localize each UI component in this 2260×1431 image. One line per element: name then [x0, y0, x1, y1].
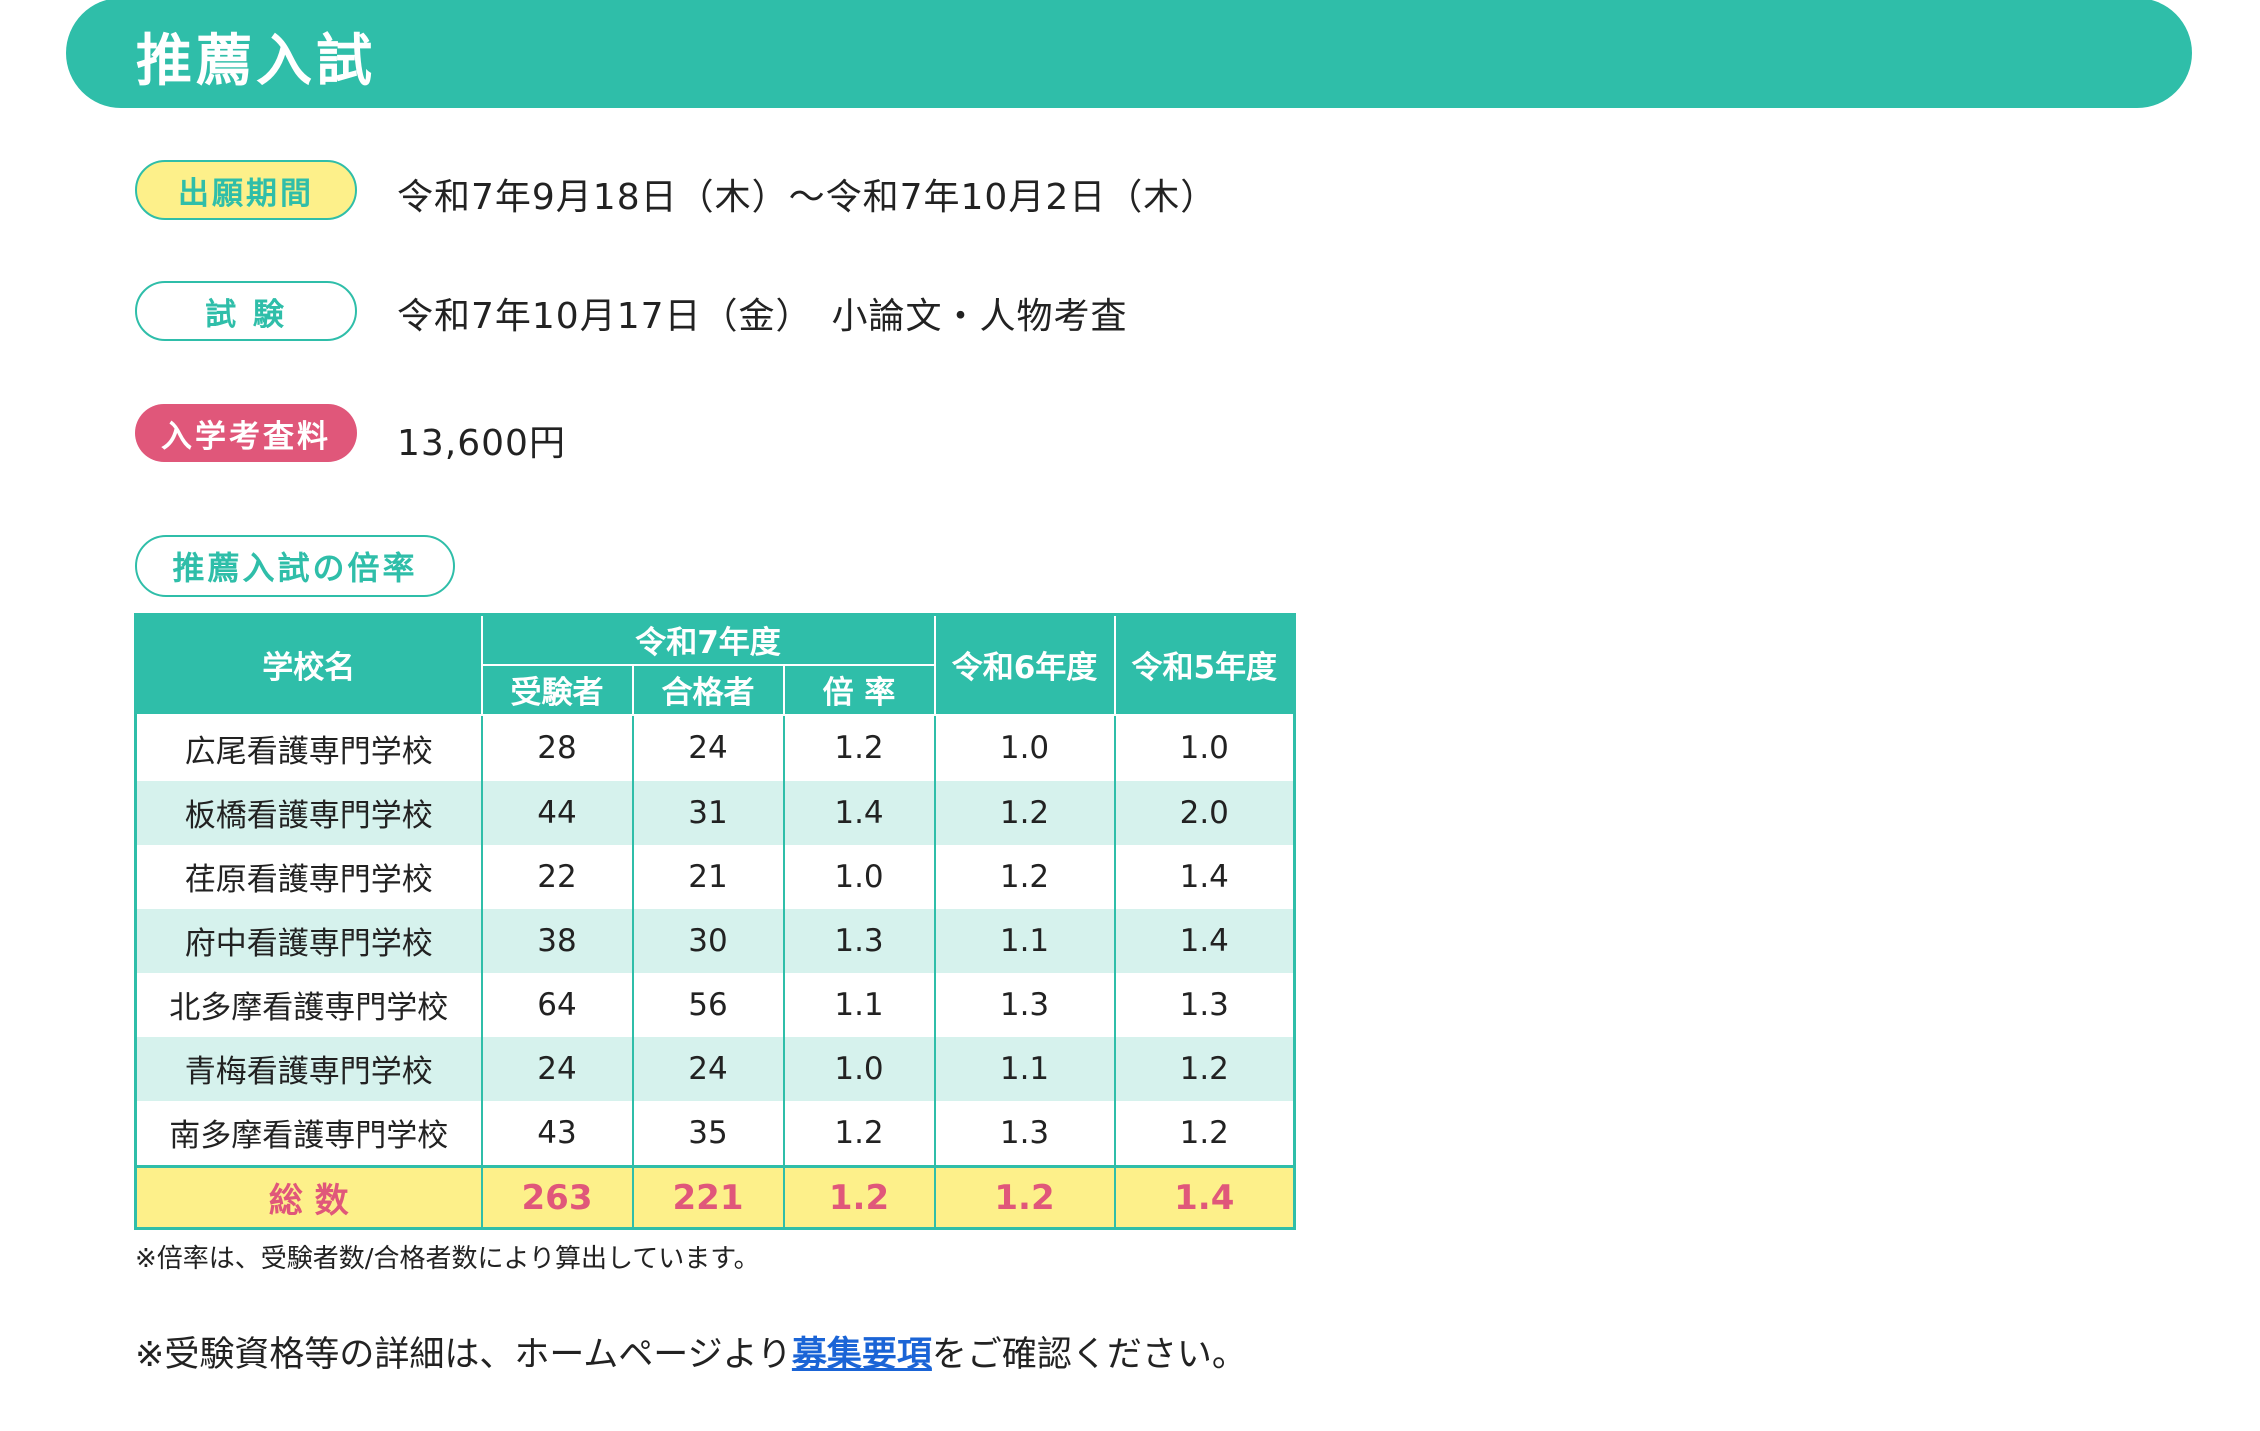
header-r7: 令和7年度 — [480, 613, 936, 666]
section-title: 推薦入試 — [136, 29, 376, 94]
guidelines-link[interactable]: 募集要項 — [792, 1335, 932, 1375]
r5-cell: 2.0 — [1113, 780, 1296, 845]
rate-section-label: 推薦入試の倍率 — [135, 535, 455, 597]
school-name: 広尾看護専門学校 — [134, 714, 483, 781]
examinees-cell: 22 — [480, 844, 634, 909]
passed-cell: 21 — [631, 844, 785, 909]
total-r5: 1.4 — [1113, 1165, 1296, 1229]
examinees-cell: 28 — [480, 714, 634, 781]
total-examinees: 263 — [480, 1165, 634, 1229]
passed-cell: 24 — [631, 714, 785, 781]
total-r6: 1.2 — [933, 1165, 1116, 1229]
ratio-note: ※倍率は、受験者数/合格者数により算出しています。 — [135, 1244, 760, 1274]
detail-note: ※受験資格等の詳細は、ホームページより募集要項をご確認ください。 — [135, 1326, 1247, 1377]
ratio-cell: 1.2 — [782, 714, 936, 781]
r5-cell: 1.4 — [1113, 844, 1296, 909]
school-name: 板橋看護専門学校 — [134, 780, 483, 845]
school-name: 府中看護専門学校 — [134, 908, 483, 973]
passed-cell: 31 — [631, 780, 785, 845]
exam-value: 令和7年10月17日（金） 小論文・人物考査 — [397, 296, 1128, 337]
table-row: 北多摩看護専門学校 64 56 1.1 1.3 1.3 — [134, 972, 1296, 1037]
ratio-cell: 1.2 — [782, 1100, 936, 1167]
r5-cell: 1.3 — [1113, 972, 1296, 1037]
r5-cell: 1.2 — [1113, 1100, 1296, 1167]
r6-cell: 1.0 — [933, 714, 1116, 781]
passed-cell: 24 — [631, 1036, 785, 1101]
examinees-cell: 43 — [480, 1100, 634, 1167]
header-r5: 令和5年度 — [1113, 613, 1296, 716]
exam-label: 試 験 — [135, 281, 357, 341]
ratio-cell: 1.0 — [782, 844, 936, 909]
header-examinees: 受験者 — [480, 663, 634, 716]
examinees-cell: 38 — [480, 908, 634, 973]
rate-table: 学校名 令和7年度 令和6年度 令和5年度 受験者 合格者 倍 率 広尾看護専門… — [134, 613, 1296, 1230]
table-row: 広尾看護専門学校 28 24 1.2 1.0 1.0 — [134, 714, 1296, 781]
examinees-cell: 64 — [480, 972, 634, 1037]
table-row: 荏原看護専門学校 22 21 1.0 1.2 1.4 — [134, 844, 1296, 909]
school-name: 南多摩看護専門学校 — [134, 1100, 483, 1167]
passed-cell: 35 — [631, 1100, 785, 1167]
detail-note-prefix: ※受験資格等の詳細は、ホームページより — [135, 1335, 792, 1375]
passed-cell: 30 — [631, 908, 785, 973]
examinees-cell: 24 — [480, 1036, 634, 1101]
total-passed: 221 — [631, 1165, 785, 1229]
r5-cell: 1.2 — [1113, 1036, 1296, 1101]
ratio-cell: 1.4 — [782, 780, 936, 845]
total-ratio: 1.2 — [782, 1165, 936, 1229]
r6-cell: 1.2 — [933, 780, 1116, 845]
school-name: 青梅看護専門学校 — [134, 1036, 483, 1101]
total-row: 総 数 263 221 1.2 1.2 1.4 — [134, 1165, 1296, 1229]
r6-cell: 1.1 — [933, 908, 1116, 973]
header-ratio: 倍 率 — [782, 663, 936, 716]
table-row: 府中看護専門学校 38 30 1.3 1.1 1.4 — [134, 908, 1296, 973]
header-school: 学校名 — [134, 613, 483, 716]
school-name: 荏原看護専門学校 — [134, 844, 483, 909]
r6-cell: 1.1 — [933, 1036, 1116, 1101]
header-r6: 令和6年度 — [933, 613, 1116, 716]
r5-cell: 1.0 — [1113, 714, 1296, 781]
application-period-label: 出願期間 — [135, 160, 357, 220]
header-passed: 合格者 — [631, 663, 785, 716]
passed-cell: 56 — [631, 972, 785, 1037]
r6-cell: 1.3 — [933, 1100, 1116, 1167]
examinees-cell: 44 — [480, 780, 634, 845]
ratio-cell: 1.0 — [782, 1036, 936, 1101]
section-header: 推薦入試 — [66, 0, 2192, 108]
fee-label: 入学考査料 — [135, 404, 357, 462]
detail-note-suffix: をご確認ください。 — [931, 1335, 1247, 1375]
ratio-cell: 1.3 — [782, 908, 936, 973]
r6-cell: 1.3 — [933, 972, 1116, 1037]
table-row: 南多摩看護専門学校 43 35 1.2 1.3 1.2 — [134, 1100, 1296, 1167]
ratio-cell: 1.1 — [782, 972, 936, 1037]
r5-cell: 1.4 — [1113, 908, 1296, 973]
r6-cell: 1.2 — [933, 844, 1116, 909]
table-row: 青梅看護専門学校 24 24 1.0 1.1 1.2 — [134, 1036, 1296, 1101]
school-name: 北多摩看護専門学校 — [134, 972, 483, 1037]
application-period-value: 令和7年9月18日（木）〜令和7年10月2日（木） — [397, 177, 1218, 218]
total-label: 総 数 — [134, 1165, 483, 1229]
fee-value: 13,600円 — [397, 423, 566, 464]
table-row: 板橋看護専門学校 44 31 1.4 1.2 2.0 — [134, 780, 1296, 845]
